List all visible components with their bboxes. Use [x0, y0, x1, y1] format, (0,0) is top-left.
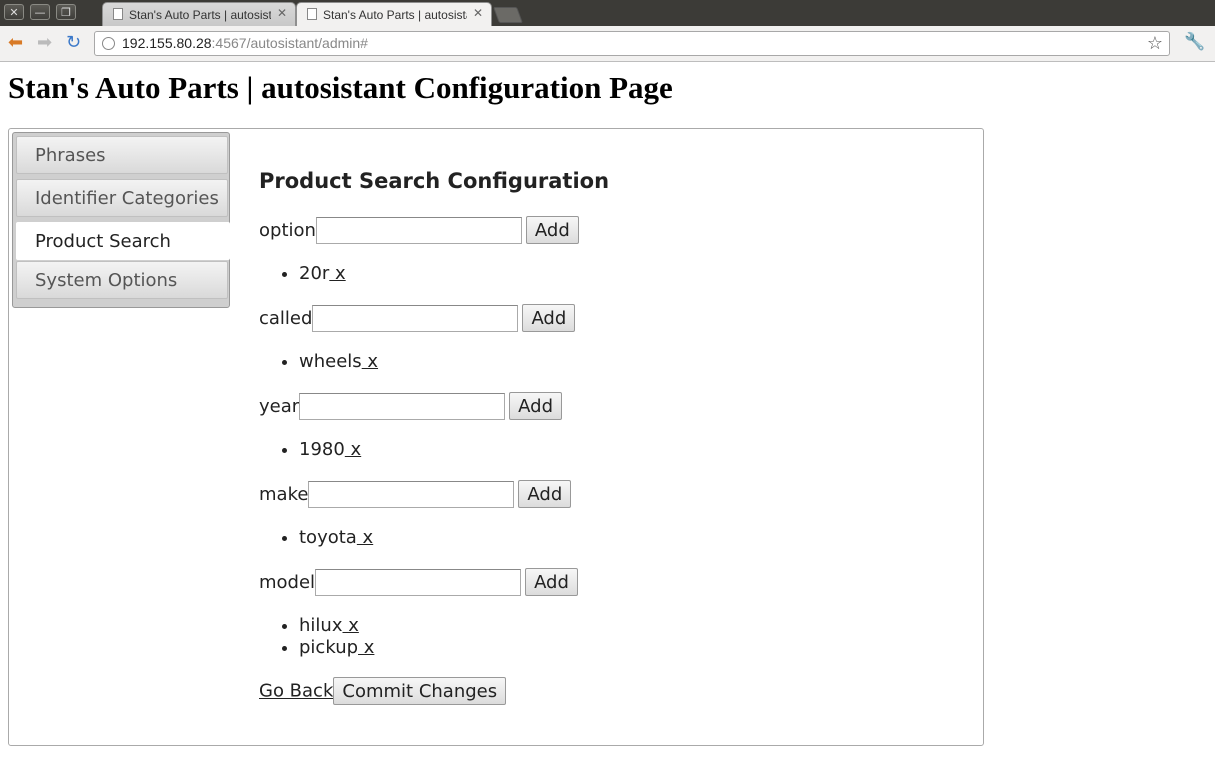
year-input[interactable] — [299, 392, 506, 420]
remove-link[interactable]: x — [357, 527, 374, 548]
model-add-button[interactable]: Add — [525, 568, 578, 596]
sidebar-nav: Phrases Identifier Categories Product Se… — [12, 132, 230, 308]
list-item: wheels x — [299, 351, 378, 373]
remove-link[interactable]: x — [345, 439, 362, 460]
remove-link[interactable]: x — [342, 615, 359, 636]
called-field-row: called Add — [259, 304, 576, 332]
value-text: wheels — [299, 351, 362, 372]
browser-toolbar: ⬅ ➡ ↻ 192.155.80.28:4567/autosistant/adm… — [0, 26, 1215, 62]
option-add-button[interactable]: Add — [525, 216, 579, 244]
reload-icon[interactable]: ↻ — [66, 32, 81, 54]
commit-changes-button[interactable]: Commit Changes — [333, 677, 507, 705]
browser-tab-2[interactable]: Stan's Auto Parts | autosistant ✕ — [296, 2, 492, 26]
called-add-button[interactable]: Add — [522, 304, 576, 332]
make-label: make — [259, 483, 309, 505]
value-text: toyota — [299, 527, 357, 548]
tab-close-icon[interactable]: ✕ — [277, 6, 287, 20]
year-values-list: 1980 x — [259, 439, 361, 461]
list-item: toyota x — [299, 527, 373, 549]
called-input[interactable] — [312, 304, 519, 332]
model-field-row: model Add — [259, 568, 578, 596]
browser-tab-1[interactable]: Stan's Auto Parts | autosistant ✕ — [102, 2, 296, 26]
remove-link[interactable]: x — [358, 637, 375, 658]
window-titlebar: ✕ — ❐ Stan's Auto Parts | autosistant ✕ … — [0, 0, 1215, 26]
sidebar-item-system-options[interactable]: System Options — [16, 261, 228, 299]
page-icon — [113, 8, 123, 20]
url-text[interactable]: 192.155.80.28:4567/autosistant/admin# — [122, 35, 368, 51]
window-close-button[interactable]: ✕ — [4, 4, 24, 20]
star-icon[interactable]: ☆ — [1147, 33, 1163, 54]
year-field-row: year Add — [259, 392, 563, 420]
form-actions: Go Back Commit Changes — [259, 677, 507, 705]
list-item: pickup x — [299, 637, 374, 659]
address-bar[interactable]: 192.155.80.28:4567/autosistant/admin# ☆ — [94, 31, 1170, 56]
config-panel: Phrases Identifier Categories Product Se… — [8, 128, 984, 746]
option-input[interactable] — [315, 216, 522, 244]
window-minimize-button[interactable]: — — [30, 4, 50, 20]
make-values-list: toyota x — [259, 527, 373, 549]
option-field-row: option Add — [259, 216, 579, 244]
value-text: 1980 — [299, 439, 345, 460]
make-field-row: make Add — [259, 480, 572, 508]
list-item: hilux x — [299, 615, 374, 637]
make-input[interactable] — [308, 480, 515, 508]
arrow-left-icon[interactable]: ⬅ — [8, 32, 23, 54]
globe-icon — [102, 37, 115, 50]
year-label: year — [259, 395, 300, 417]
list-item: 20r x — [299, 263, 346, 285]
page-icon — [307, 8, 317, 20]
tab-title: Stan's Auto Parts | autosistant — [129, 8, 271, 22]
value-text: 20r — [299, 263, 330, 284]
tab-title: Stan's Auto Parts | autosistant — [323, 8, 467, 22]
go-back-link[interactable]: Go Back — [259, 681, 333, 702]
model-label: model — [259, 571, 316, 593]
option-label: option — [259, 219, 316, 241]
list-item: 1980 x — [299, 439, 361, 461]
remove-link[interactable]: x — [329, 263, 346, 284]
remove-link[interactable]: x — [362, 351, 378, 372]
called-label: called — [259, 307, 313, 329]
page-title: Stan's Auto Parts | autosistant Configur… — [8, 70, 673, 105]
model-values-list: hilux x pickup x — [259, 615, 374, 659]
called-values-list: wheels x — [259, 351, 378, 373]
new-tab-button[interactable] — [493, 7, 523, 23]
sidebar-item-phrases[interactable]: Phrases — [16, 136, 228, 174]
model-input[interactable] — [315, 568, 522, 596]
value-text: hilux — [299, 615, 343, 636]
url-path: :4567/autosistant/admin# — [211, 35, 368, 51]
option-values-list: 20r x — [259, 263, 346, 285]
arrow-right-icon[interactable]: ➡ — [37, 32, 52, 54]
section-heading: Product Search Configuration — [259, 169, 610, 193]
url-host: 192.155.80.28 — [122, 35, 212, 51]
sidebar-item-identifier-categories[interactable]: Identifier Categories — [16, 179, 228, 217]
window-maximize-button[interactable]: ❐ — [56, 4, 76, 20]
make-add-button[interactable]: Add — [518, 480, 572, 508]
value-text: pickup — [299, 637, 359, 658]
wrench-icon[interactable]: 🔧 — [1184, 32, 1205, 52]
tab-close-icon[interactable]: ✕ — [473, 6, 483, 20]
year-add-button[interactable]: Add — [509, 392, 563, 420]
sidebar-item-product-search[interactable]: Product Search — [16, 222, 230, 260]
